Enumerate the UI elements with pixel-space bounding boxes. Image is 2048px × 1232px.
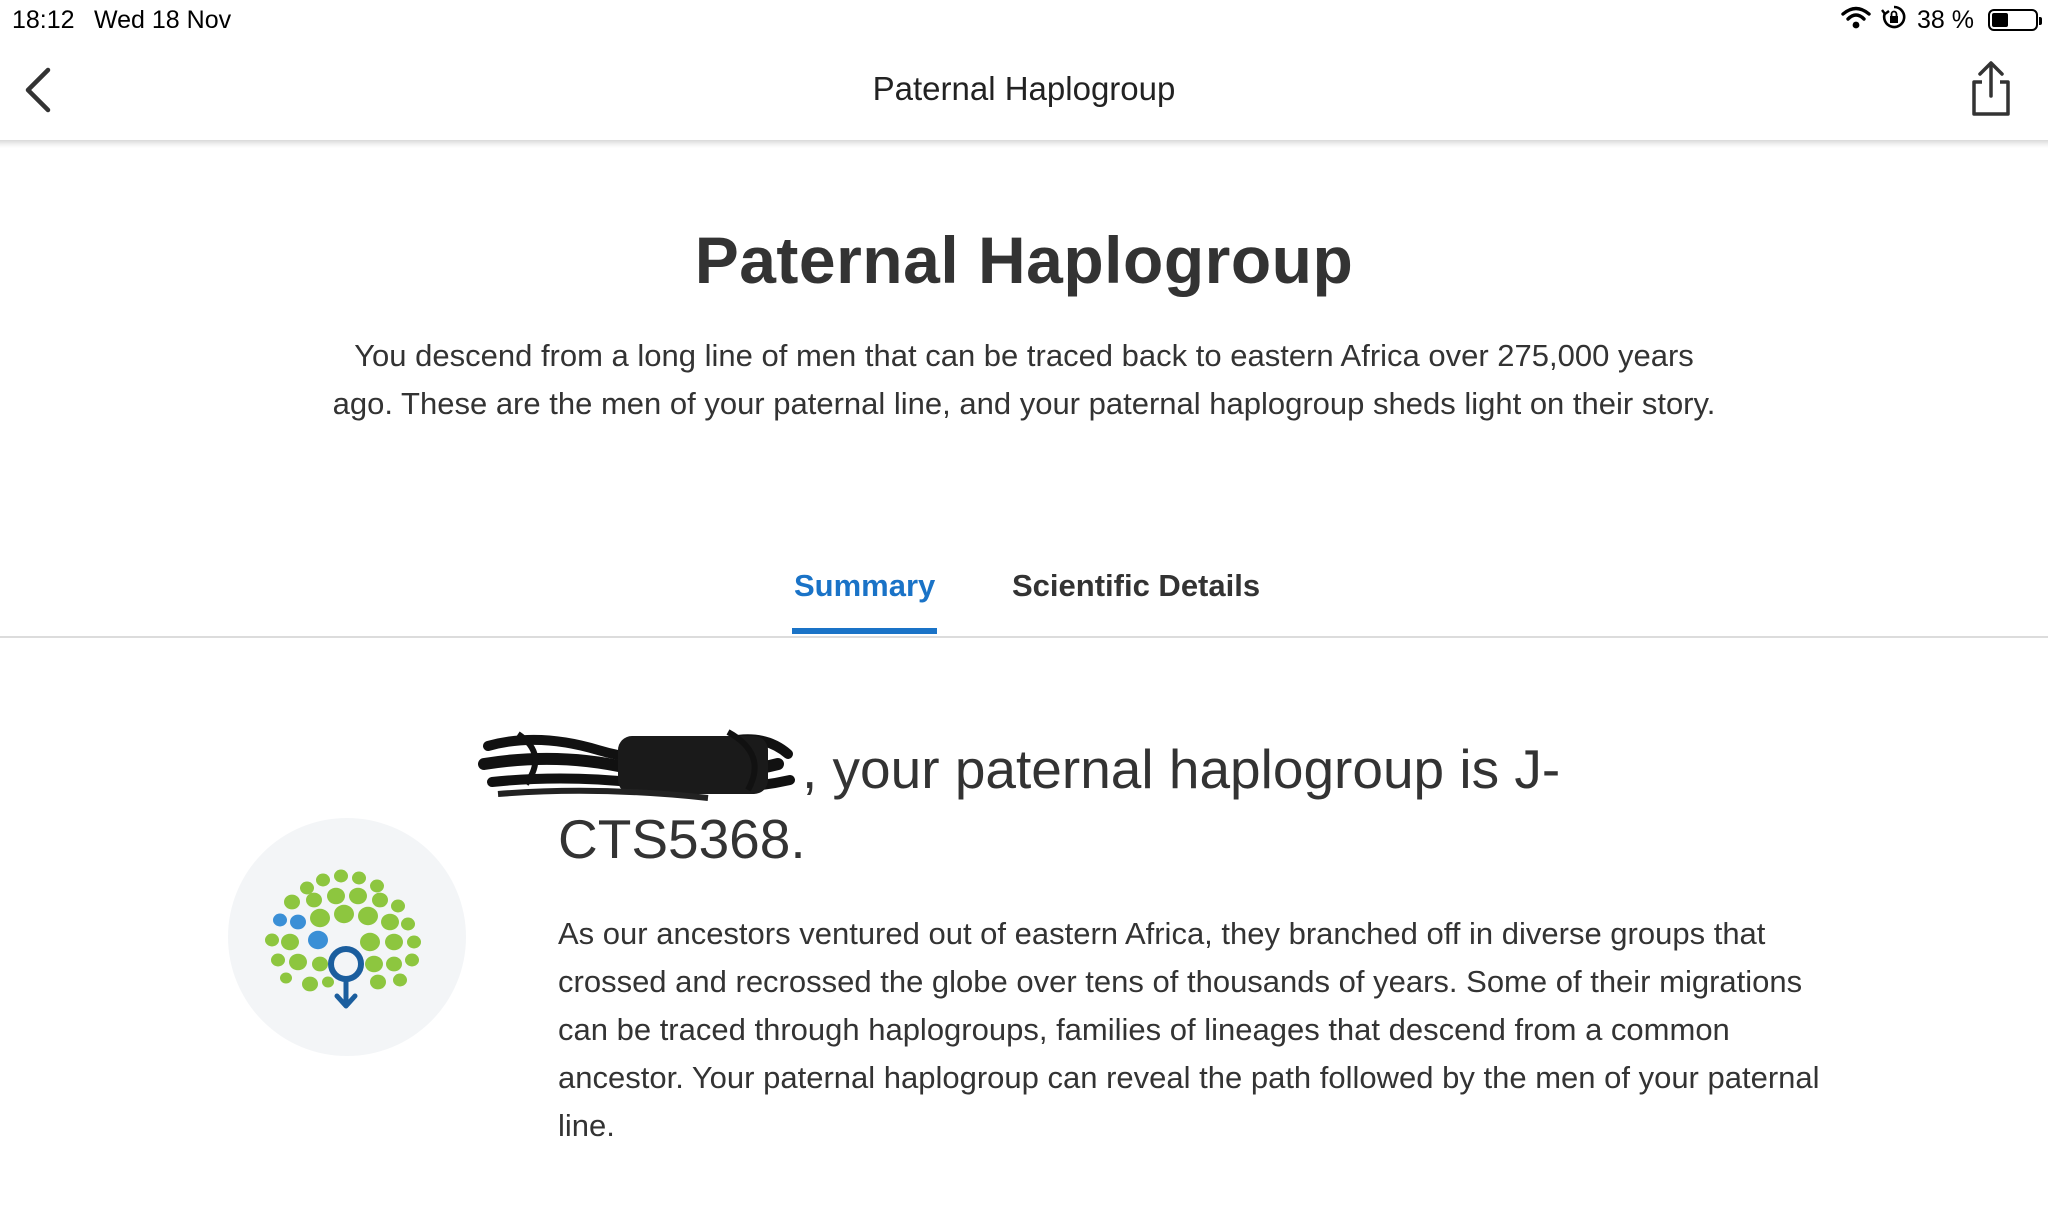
- share-button[interactable]: [1966, 60, 2016, 120]
- tab-bar: Summary Scientific Details: [0, 560, 2048, 638]
- tree-leaf: [360, 932, 380, 952]
- tree-leaf: [352, 871, 366, 885]
- nav-title: Paternal Haplogroup: [872, 70, 1176, 107]
- tree-leaf: [391, 899, 405, 913]
- tree-leaf: [281, 933, 299, 951]
- tree-leaf: [308, 930, 328, 950]
- tree-leaf: [271, 953, 285, 967]
- summary-body-text: As our ancestors ventured out of eastern…: [558, 916, 1820, 1143]
- tree-leaf: [310, 908, 330, 928]
- tree-leaf: [405, 953, 419, 967]
- tab-scientific-details[interactable]: Scientific Details: [1012, 568, 1260, 634]
- tree-leaf: [358, 906, 378, 926]
- tree-leaf: [370, 974, 386, 990]
- tree-leaf: [372, 892, 388, 908]
- tree-leaf: [289, 953, 307, 971]
- status-bar: 18:12 Wed 18 Nov 38 %: [0, 0, 2048, 42]
- haplogroup-tree-icon: [228, 818, 466, 1056]
- tree-leaf: [265, 933, 279, 947]
- share-icon: [1972, 61, 2010, 116]
- tree-leaf: [302, 976, 318, 992]
- tree-leaf: [370, 879, 384, 893]
- tab-summary[interactable]: Summary: [792, 568, 938, 634]
- status-date: Wed 18 Nov: [94, 6, 232, 34]
- tree-leaf: [381, 913, 399, 931]
- intro-text: You descend from a long line of men that…: [332, 338, 1716, 421]
- tree-leaf: [290, 914, 306, 930]
- tree-leaf: [327, 887, 345, 905]
- haplogroup-headline: , your paternal haplogroup is J-CTS5368.: [558, 734, 1638, 874]
- wifi-icon: [1841, 5, 1871, 36]
- tree-leaf: [407, 935, 421, 949]
- status-indicators: 38 %: [1841, 4, 2042, 37]
- tree-leaf: [401, 917, 415, 931]
- tree-leaf: [334, 904, 354, 924]
- battery-icon: [1988, 9, 2042, 31]
- tree-leaf: [300, 881, 314, 895]
- haplogroup-headline-text: , your paternal haplogroup is J-CTS5368.: [558, 738, 1561, 870]
- navigation-bar: Paternal Haplogroup: [0, 42, 2048, 140]
- tree-leaf: [393, 973, 407, 987]
- tree-leaf: [316, 873, 330, 887]
- tree-leaf: [386, 956, 402, 972]
- tree-leaf: [273, 913, 287, 927]
- tree-leaf: [334, 869, 348, 883]
- tree-leaf: [349, 887, 367, 905]
- tree-leaf: [385, 933, 403, 951]
- tree-leaf: [365, 955, 383, 973]
- tree-leaf: [306, 892, 322, 908]
- tree-leaf: [312, 956, 328, 972]
- battery-percentage: 38 %: [1917, 5, 1974, 34]
- tree-leaf: [284, 894, 300, 910]
- nav-divider: [0, 140, 2048, 148]
- tree-leaf: [280, 972, 292, 984]
- tree-leaf: [322, 976, 334, 988]
- status-time: 18:12: [12, 6, 75, 34]
- orientation-lock-icon: [1881, 4, 1907, 37]
- page-title: Paternal Haplogroup: [694, 223, 1354, 297]
